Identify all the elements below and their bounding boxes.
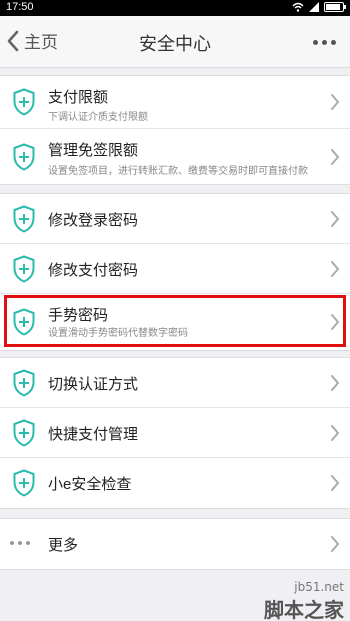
status-time: 17:50 xyxy=(6,1,34,13)
shield-plus-icon xyxy=(13,88,35,116)
shield-plus-icon xyxy=(13,418,35,447)
item-label: 修改登录密码 xyxy=(48,211,139,229)
item-label: 管理免签限额 xyxy=(48,142,139,159)
chevron-right-icon xyxy=(331,260,339,277)
chevron-right-icon xyxy=(331,210,339,227)
item-label: 小e安全检查 xyxy=(48,476,132,493)
page-title: 安全中心 xyxy=(139,34,211,54)
chevron-right-icon xyxy=(331,94,339,110)
list-item-change-login-password[interactable]: 修改登录密码 xyxy=(0,194,350,244)
item-label: 切换认证方式 xyxy=(48,375,139,393)
list-item-quick-pay[interactable]: 快捷支付管理 xyxy=(0,408,350,458)
watermark-text: 脚本之家 xyxy=(264,600,344,621)
shield-plus-icon xyxy=(13,204,35,233)
group-more: 更多 xyxy=(0,518,350,570)
more-dots-icon xyxy=(10,541,30,545)
watermark-url: jb51.net xyxy=(294,580,344,594)
item-label: 修改支付密码 xyxy=(48,261,139,279)
group-security-tools: 切换认证方式 快捷支付管理 小e安全检查 xyxy=(0,357,350,509)
chevron-right-icon xyxy=(331,424,339,441)
shield-plus-icon xyxy=(13,368,35,397)
shield-plus-icon xyxy=(13,254,35,283)
watermark: jb51.net 脚本之家 xyxy=(264,580,344,621)
list-item-free-sign-limit[interactable]: 管理免签限额 设置免签项目，进行转账汇款、缴费等交易时即可直接付款 xyxy=(0,129,350,184)
list-item-payment-limit[interactable]: 支付限额 下调认证介质支付限额 xyxy=(0,76,350,129)
group-limits: 支付限额 下调认证介质支付限额 管理免签限额 设置免签项目，进行转账汇款、缴费等… xyxy=(0,75,350,185)
item-label: 支付限额 xyxy=(48,89,109,106)
list-item-more[interactable]: 更多 xyxy=(0,519,350,569)
more-options-icon[interactable] xyxy=(313,40,336,45)
list-item-security-check[interactable]: 小e安全检查 xyxy=(0,458,350,508)
highlight-box xyxy=(4,295,346,347)
item-label: 更多 xyxy=(48,537,79,554)
wifi-icon xyxy=(292,2,304,12)
chevron-right-icon xyxy=(331,536,339,552)
signal-icon xyxy=(309,2,319,12)
status-bar: 17:50 xyxy=(0,0,350,16)
list-item-change-pay-password[interactable]: 修改支付密码 xyxy=(0,244,350,294)
item-label: 快捷支付管理 xyxy=(48,425,139,443)
nav-bar: 主页 安全中心 xyxy=(0,16,350,68)
chevron-right-icon xyxy=(331,148,339,165)
shield-plus-icon xyxy=(13,142,35,171)
battery-icon xyxy=(324,2,346,12)
item-subtitle: 设置免签项目，进行转账汇款、缴费等交易时即可直接付款 xyxy=(48,166,308,177)
list-item-switch-auth[interactable]: 切换认证方式 xyxy=(0,358,350,408)
chevron-right-icon xyxy=(331,475,339,491)
chevron-right-icon xyxy=(331,374,339,391)
shield-plus-icon xyxy=(13,469,35,497)
status-icons xyxy=(292,2,346,12)
item-subtitle: 下调认证介质支付限额 xyxy=(48,112,148,123)
